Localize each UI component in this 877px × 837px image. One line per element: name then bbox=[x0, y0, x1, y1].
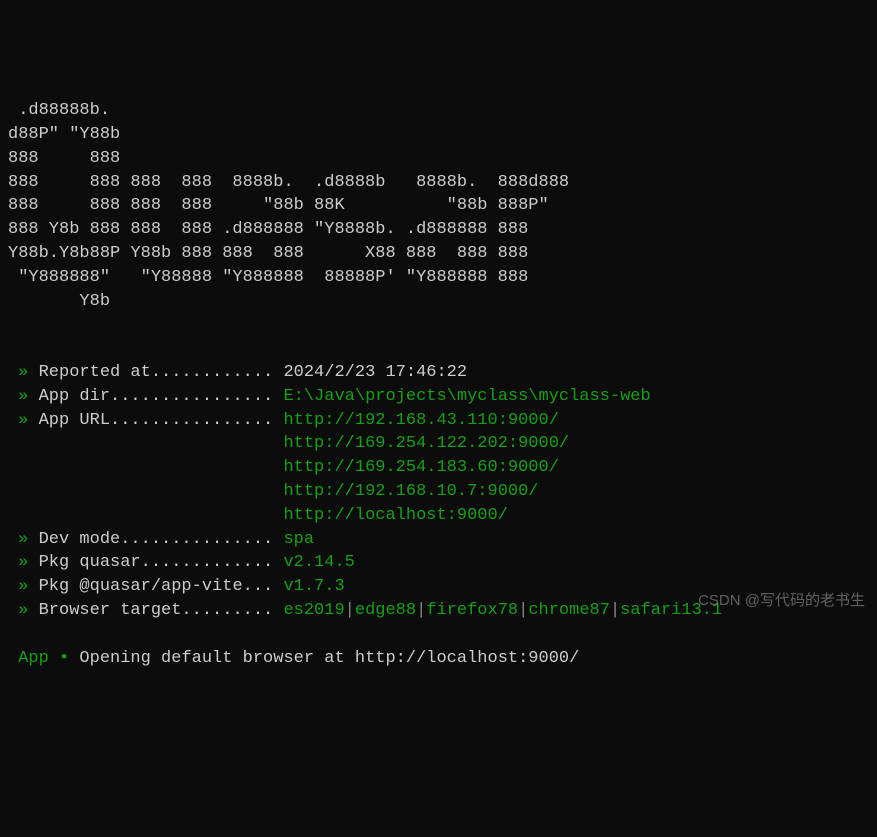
browser-target-label: Browser target......... bbox=[39, 601, 274, 620]
watermark: CSDN @写代码的老书生 bbox=[698, 590, 865, 611]
dev-mode-value: spa bbox=[283, 530, 314, 549]
app-url-3: http://169.254.183.60:9000/ bbox=[283, 458, 558, 477]
app-url-label: App URL................ bbox=[39, 411, 274, 430]
ascii-line-8: "Y888888" "Y88888 "Y888888 88888P' "Y888… bbox=[8, 268, 528, 287]
browser-target-3: firefox78 bbox=[426, 601, 518, 620]
app-url-5: http://localhost:9000/ bbox=[283, 506, 507, 525]
arrow-icon: » bbox=[8, 411, 39, 430]
browser-target-4: chrome87 bbox=[528, 601, 610, 620]
ascii-line-4: 888 888 888 888 8888b. .d8888b 8888b. 88… bbox=[8, 173, 569, 192]
info-block: » Reported at............ 2024/2/23 17:4… bbox=[8, 361, 869, 670]
pkg-app-vite-label: Pkg @quasar/app-vite... bbox=[39, 577, 274, 596]
ascii-line-5: 888 888 888 888 "88b 88K "88b 888P" bbox=[8, 196, 549, 215]
pkg-quasar-label: Pkg quasar............. bbox=[39, 553, 274, 572]
app-url-1: http://192.168.43.110:9000/ bbox=[283, 411, 558, 430]
ascii-line-6: 888 Y8b 888 888 888 .d888888 "Y8888b. .d… bbox=[8, 220, 528, 239]
ascii-line-2: d88P" "Y88b bbox=[8, 125, 120, 144]
browser-target-2: edge88 bbox=[355, 601, 416, 620]
arrow-icon: » bbox=[8, 553, 39, 572]
status-app-label: App bbox=[18, 649, 49, 668]
ascii-banner: .d88888b. d88P" "Y88b 888 888 888 888 88… bbox=[8, 99, 869, 313]
ascii-line-3: 888 888 bbox=[8, 149, 120, 168]
ascii-line-9: Y8b bbox=[8, 292, 110, 311]
reported-at-label: Reported at............ bbox=[39, 363, 274, 382]
pipe-icon: | bbox=[416, 601, 426, 620]
app-url-4: http://192.168.10.7:9000/ bbox=[283, 482, 538, 501]
app-url-2: http://169.254.122.202:9000/ bbox=[283, 434, 569, 453]
bullet-icon: • bbox=[59, 649, 69, 668]
reported-at-value: 2024/2/23 17:46:22 bbox=[283, 363, 467, 382]
pkg-app-vite-value: v1.7.3 bbox=[283, 577, 344, 596]
pipe-icon: | bbox=[518, 601, 528, 620]
app-dir-label: App dir................ bbox=[39, 387, 274, 406]
app-dir-value: E:\Java\projects\myclass\myclass-web bbox=[283, 387, 650, 406]
arrow-icon: » bbox=[8, 387, 39, 406]
arrow-icon: » bbox=[8, 530, 39, 549]
pkg-quasar-value: v2.14.5 bbox=[283, 553, 354, 572]
ascii-line-1: .d88888b. bbox=[8, 101, 110, 120]
dev-mode-label: Dev mode............... bbox=[39, 530, 274, 549]
browser-target-1: es2019 bbox=[283, 601, 344, 620]
pipe-icon: | bbox=[610, 601, 620, 620]
pipe-icon: | bbox=[345, 601, 355, 620]
arrow-icon: » bbox=[8, 363, 39, 382]
arrow-icon: » bbox=[8, 577, 39, 596]
ascii-line-7: Y88b.Y8b88P Y88b 888 888 888 X88 888 888… bbox=[8, 244, 528, 263]
status-message: Opening default browser at http://localh… bbox=[79, 649, 579, 668]
arrow-icon: » bbox=[8, 601, 39, 620]
